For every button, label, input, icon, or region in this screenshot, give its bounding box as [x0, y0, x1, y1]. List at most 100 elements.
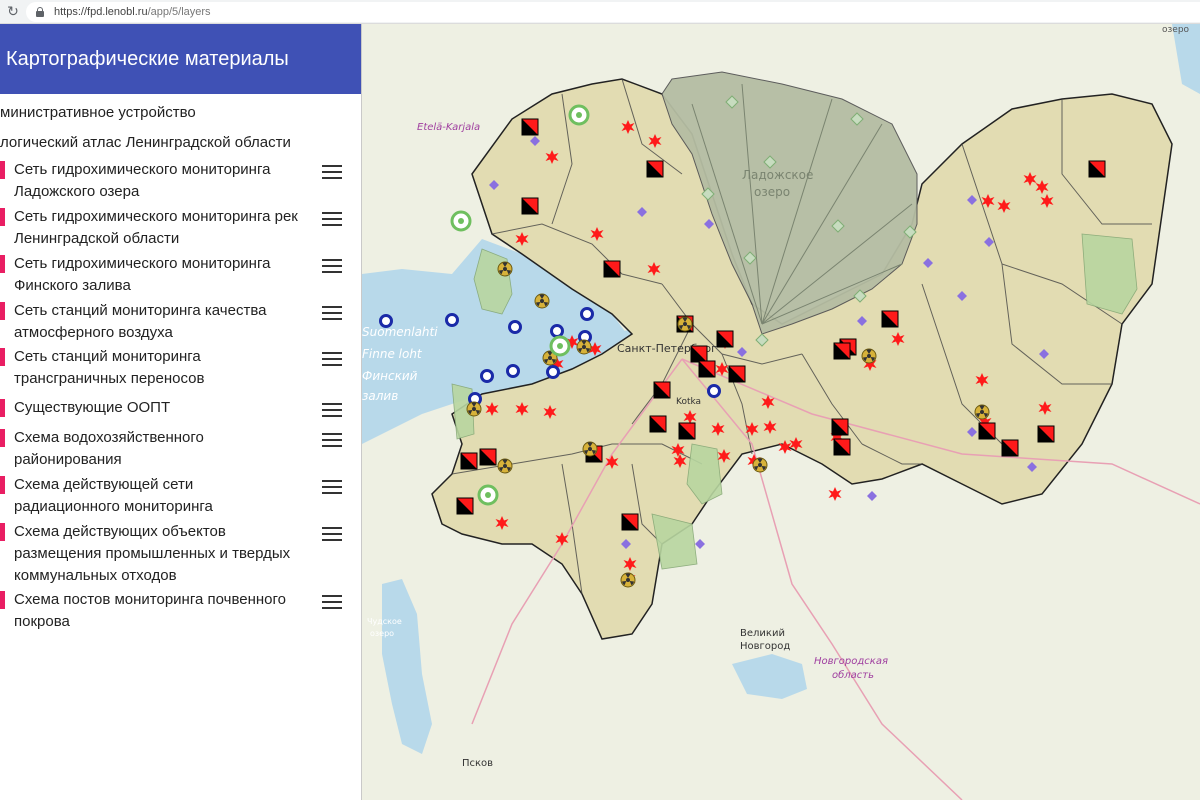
hamburger-menu-icon[interactable]	[322, 259, 342, 273]
hamburger-menu-icon[interactable]	[322, 212, 342, 226]
blue-ring-icon[interactable]	[379, 314, 393, 328]
black-red-square-icon[interactable]	[603, 260, 621, 278]
layer-label: Схема водохозяйственного	[14, 429, 204, 446]
label-ozero: озеро	[1162, 25, 1190, 35]
layer-label: размещения промышленных и твердых	[14, 545, 291, 562]
label-ladoga: Ладожское	[742, 168, 813, 182]
radiation-icon[interactable]	[677, 316, 693, 332]
map-canvas[interactable]: Etelä-Karjala Ладожское озеро Санкт-Пете…	[362, 24, 1200, 800]
black-red-square-icon[interactable]	[456, 497, 474, 515]
radiation-icon[interactable]	[620, 572, 636, 588]
url-path: /app/5/layers	[147, 6, 211, 18]
radiation-icon[interactable]	[534, 293, 550, 309]
layer-label: коммунальных отходов	[14, 567, 177, 584]
layer-label: Сеть гидрохимического мониторинга рек	[14, 208, 298, 225]
hamburger-menu-icon[interactable]	[322, 352, 342, 366]
label-kotka: Kotka	[676, 397, 701, 407]
layer-label: Схема действующей сети	[14, 476, 194, 493]
label-finland-1: Suomenlahti	[362, 325, 438, 339]
group-admin-division[interactable]: министративное устройство	[0, 104, 196, 121]
layer-label: радиационного мониторинга	[14, 498, 213, 515]
hamburger-menu-icon[interactable]	[322, 306, 342, 320]
black-red-square-icon[interactable]	[678, 422, 696, 440]
label-etela-karjala: Etelä-Karjala	[417, 122, 480, 133]
black-red-square-icon[interactable]	[728, 365, 746, 383]
hamburger-menu-icon[interactable]	[322, 480, 342, 494]
black-red-square-icon[interactable]	[1001, 439, 1019, 457]
layer-label: Сеть станций мониторинга качества	[14, 302, 267, 319]
green-circle-icon[interactable]	[450, 210, 472, 232]
url-field[interactable]: https://fpd.lenobl.ru/app/5/layers	[26, 2, 1200, 22]
black-red-square-icon[interactable]	[653, 381, 671, 399]
hamburger-menu-icon[interactable]	[322, 165, 342, 179]
green-circle-icon[interactable]	[568, 104, 590, 126]
radiation-icon[interactable]	[466, 401, 482, 417]
layer-label: Финского залива	[14, 277, 131, 294]
blue-ring-icon[interactable]	[550, 324, 564, 338]
group-eco-atlas[interactable]: логический атлас Ленинградской области	[0, 134, 291, 151]
radiation-icon[interactable]	[974, 404, 990, 420]
black-red-square-icon[interactable]	[978, 422, 996, 440]
black-red-square-icon[interactable]	[833, 342, 851, 360]
blue-ring-icon[interactable]	[546, 365, 560, 379]
black-red-square-icon[interactable]	[716, 330, 734, 348]
label-novgorod: Новгород	[740, 641, 790, 652]
layer-label: Схема действующих объектов	[14, 523, 226, 540]
black-red-square-icon[interactable]	[833, 438, 851, 456]
map-view[interactable]: Etelä-Karjala Ладожское озеро Санкт-Пете…	[362, 24, 1200, 800]
radiation-icon[interactable]	[861, 348, 877, 364]
label-ladoga-2: озеро	[754, 185, 790, 199]
blue-ring-icon[interactable]	[480, 369, 494, 383]
black-red-square-icon[interactable]	[479, 448, 497, 466]
layer-color-mark	[0, 523, 5, 541]
black-red-square-icon[interactable]	[698, 360, 716, 378]
radiation-icon[interactable]	[582, 441, 598, 457]
blue-ring-icon[interactable]	[445, 313, 459, 327]
black-red-square-icon[interactable]	[649, 415, 667, 433]
black-red-square-icon[interactable]	[621, 513, 639, 531]
radiation-icon[interactable]	[752, 457, 768, 473]
blue-ring-icon[interactable]	[580, 307, 594, 321]
label-chud-1: Чудское	[367, 617, 402, 626]
black-red-square-icon[interactable]	[1088, 160, 1106, 178]
sidebar-title: Картографические материалы	[0, 24, 361, 94]
layer-label: районирования	[14, 451, 122, 468]
hamburger-menu-icon[interactable]	[322, 527, 342, 541]
hamburger-menu-icon[interactable]	[322, 595, 342, 609]
blue-ring-icon[interactable]	[508, 320, 522, 334]
label-novg-obl-2: область	[832, 669, 874, 681]
black-red-square-icon[interactable]	[690, 345, 708, 363]
label-finland-4: залив	[362, 389, 398, 403]
black-red-square-icon[interactable]	[646, 160, 664, 178]
black-red-square-icon[interactable]	[1037, 425, 1055, 443]
layer-label: Схема постов мониторинга почвенного	[14, 591, 286, 608]
layer-label: Сеть станций мониторинга	[14, 348, 201, 365]
label-pskov: Псков	[462, 758, 493, 769]
layer-color-mark	[0, 591, 5, 609]
url-host: https://fpd.lenobl.ru	[54, 6, 148, 18]
green-circle-icon[interactable]	[549, 335, 571, 357]
label-novg-obl: Новгородская	[814, 656, 888, 667]
layer-color-mark	[0, 208, 5, 226]
layer-label: Ладожского озера	[14, 183, 140, 200]
black-red-square-icon[interactable]	[881, 310, 899, 328]
label-finland-2: Finne loht	[362, 347, 423, 361]
black-red-square-icon[interactable]	[460, 452, 478, 470]
layer-color-mark	[0, 255, 5, 273]
label-velikiy: Великий	[740, 628, 785, 639]
blue-ring-icon[interactable]	[707, 384, 721, 398]
layer-label: Существующие ООПТ	[14, 399, 171, 416]
black-red-square-icon[interactable]	[521, 197, 539, 215]
radiation-icon[interactable]	[576, 339, 592, 355]
layer-label: покрова	[14, 613, 70, 630]
radiation-icon[interactable]	[497, 261, 513, 277]
green-circle-icon[interactable]	[477, 484, 499, 506]
blue-ring-icon[interactable]	[506, 364, 520, 378]
hamburger-menu-icon[interactable]	[322, 433, 342, 447]
reload-icon[interactable]: ↻	[2, 3, 24, 20]
layer-label: Сеть гидрохимического мониторинга	[14, 255, 271, 272]
radiation-icon[interactable]	[497, 458, 513, 474]
hamburger-menu-icon[interactable]	[322, 403, 342, 417]
black-red-square-icon[interactable]	[521, 118, 539, 136]
black-red-square-icon[interactable]	[831, 418, 849, 436]
